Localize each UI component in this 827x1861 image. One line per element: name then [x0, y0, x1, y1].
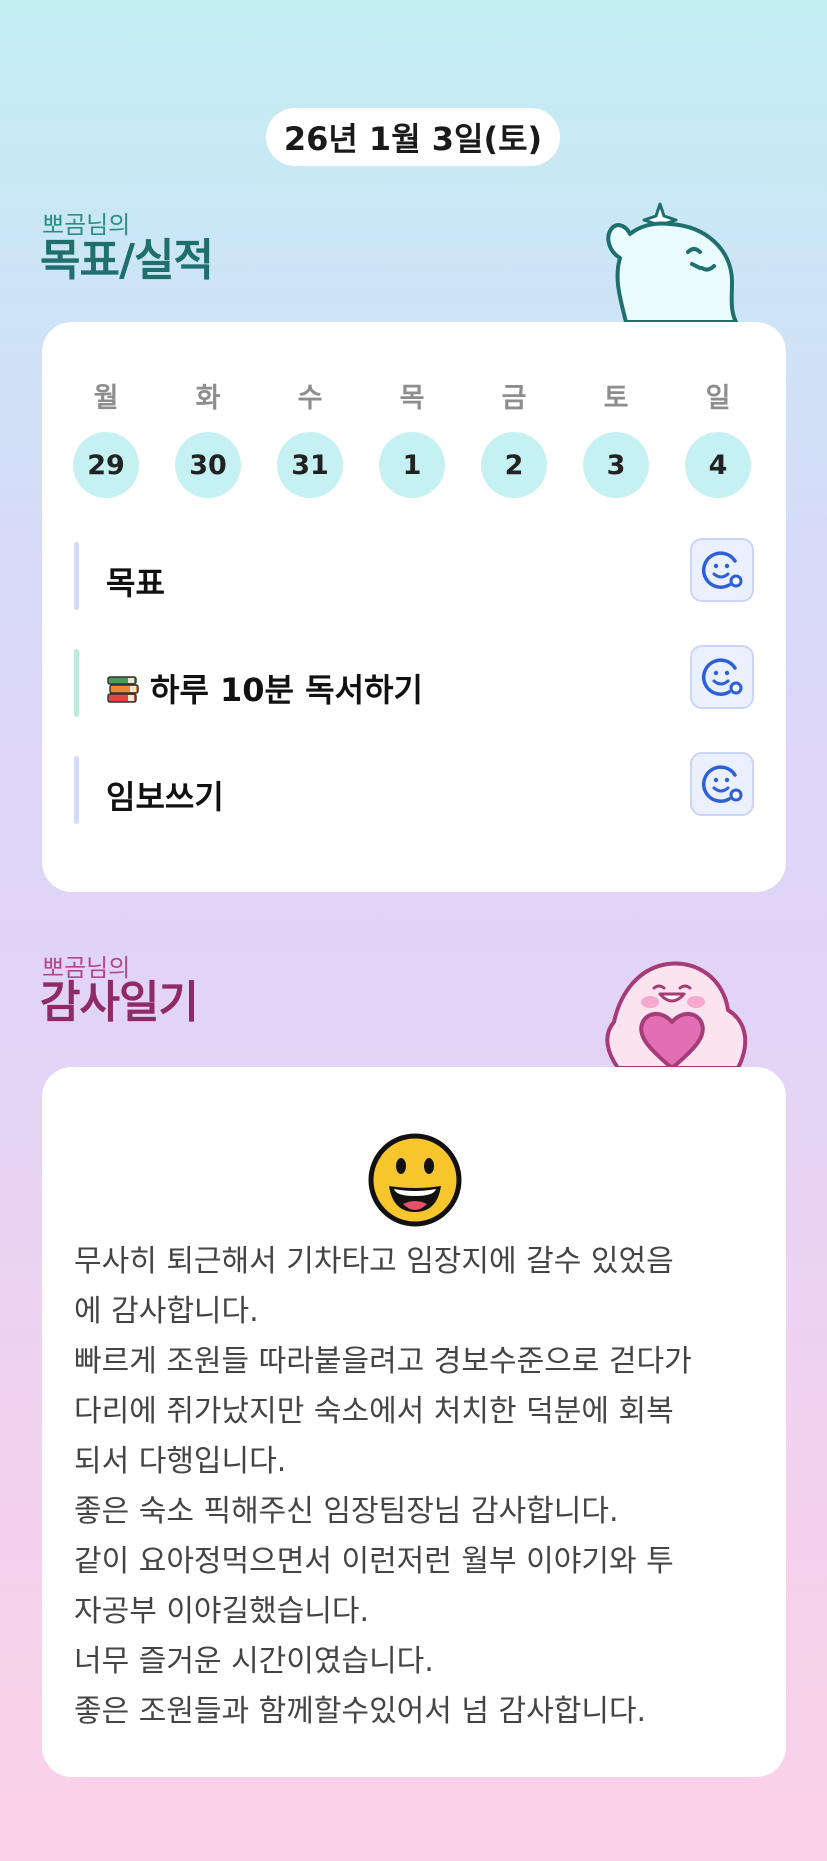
- weekday-label: 수: [297, 383, 323, 414]
- goal-label: 임보쓰기: [106, 778, 224, 816]
- goals-card: 월 화 수 목 금 토 일 29 30 31 1 2 3 4 목표 하루 10분…: [42, 322, 786, 892]
- weekday-label: 금: [501, 383, 527, 414]
- goal-row-accent-bar: [74, 756, 79, 824]
- pink-mascot-heart-illustration: [605, 961, 748, 1068]
- day-30-button[interactable]: 30: [175, 432, 241, 498]
- goal-label-wrapper: 하루 10분 독서하기: [106, 665, 423, 711]
- day-31-button[interactable]: 31: [277, 432, 343, 498]
- weekday-label: 화: [195, 383, 221, 414]
- date-pill[interactable]: 26년 1월 3일(토): [266, 108, 560, 166]
- weekday-label: 월: [93, 383, 119, 414]
- weekday-label: 토: [603, 383, 629, 414]
- grinning-face-icon: [368, 1133, 462, 1227]
- goal-label: 목표: [106, 564, 165, 602]
- goal-row-accent-bar: [74, 542, 79, 610]
- ghost-mascot-illustration: [606, 202, 738, 324]
- books-icon: [107, 676, 139, 703]
- goal-row-accent-bar: [74, 649, 79, 717]
- day-4-button[interactable]: 4: [685, 432, 751, 498]
- day-29-button[interactable]: 29: [73, 432, 139, 498]
- mood-check-button[interactable]: [690, 645, 754, 709]
- goal-row[interactable]: 임보쓰기: [74, 752, 754, 824]
- goals-section-title: 목표/실적: [40, 235, 214, 286]
- goal-row[interactable]: 목표: [74, 538, 754, 610]
- gratitude-card: 무사히 퇴근해서 기차타고 임장지에 갈수 있었음 에 감사합니다. 빠르게 조…: [42, 1067, 786, 1777]
- goal-row[interactable]: 하루 10분 독서하기: [74, 645, 754, 717]
- mood-check-button[interactable]: [690, 752, 754, 816]
- day-2-button[interactable]: 2: [481, 432, 547, 498]
- day-3-button[interactable]: 3: [583, 432, 649, 498]
- smile-face-icon: [701, 658, 743, 696]
- weekday-label: 목: [399, 383, 425, 414]
- smile-face-icon: [701, 765, 743, 803]
- smile-face-icon: [701, 551, 743, 589]
- day-1-button[interactable]: 1: [379, 432, 445, 498]
- gratitude-text: 무사히 퇴근해서 기차타고 임장지에 갈수 있었음 에 감사합니다. 빠르게 조…: [74, 1244, 692, 1729]
- weekday-label: 일: [705, 383, 731, 414]
- gratitude-section-title: 감사일기: [40, 977, 199, 1028]
- mood-check-button[interactable]: [690, 538, 754, 602]
- goal-label: 하루 10분 독서하기: [150, 671, 423, 709]
